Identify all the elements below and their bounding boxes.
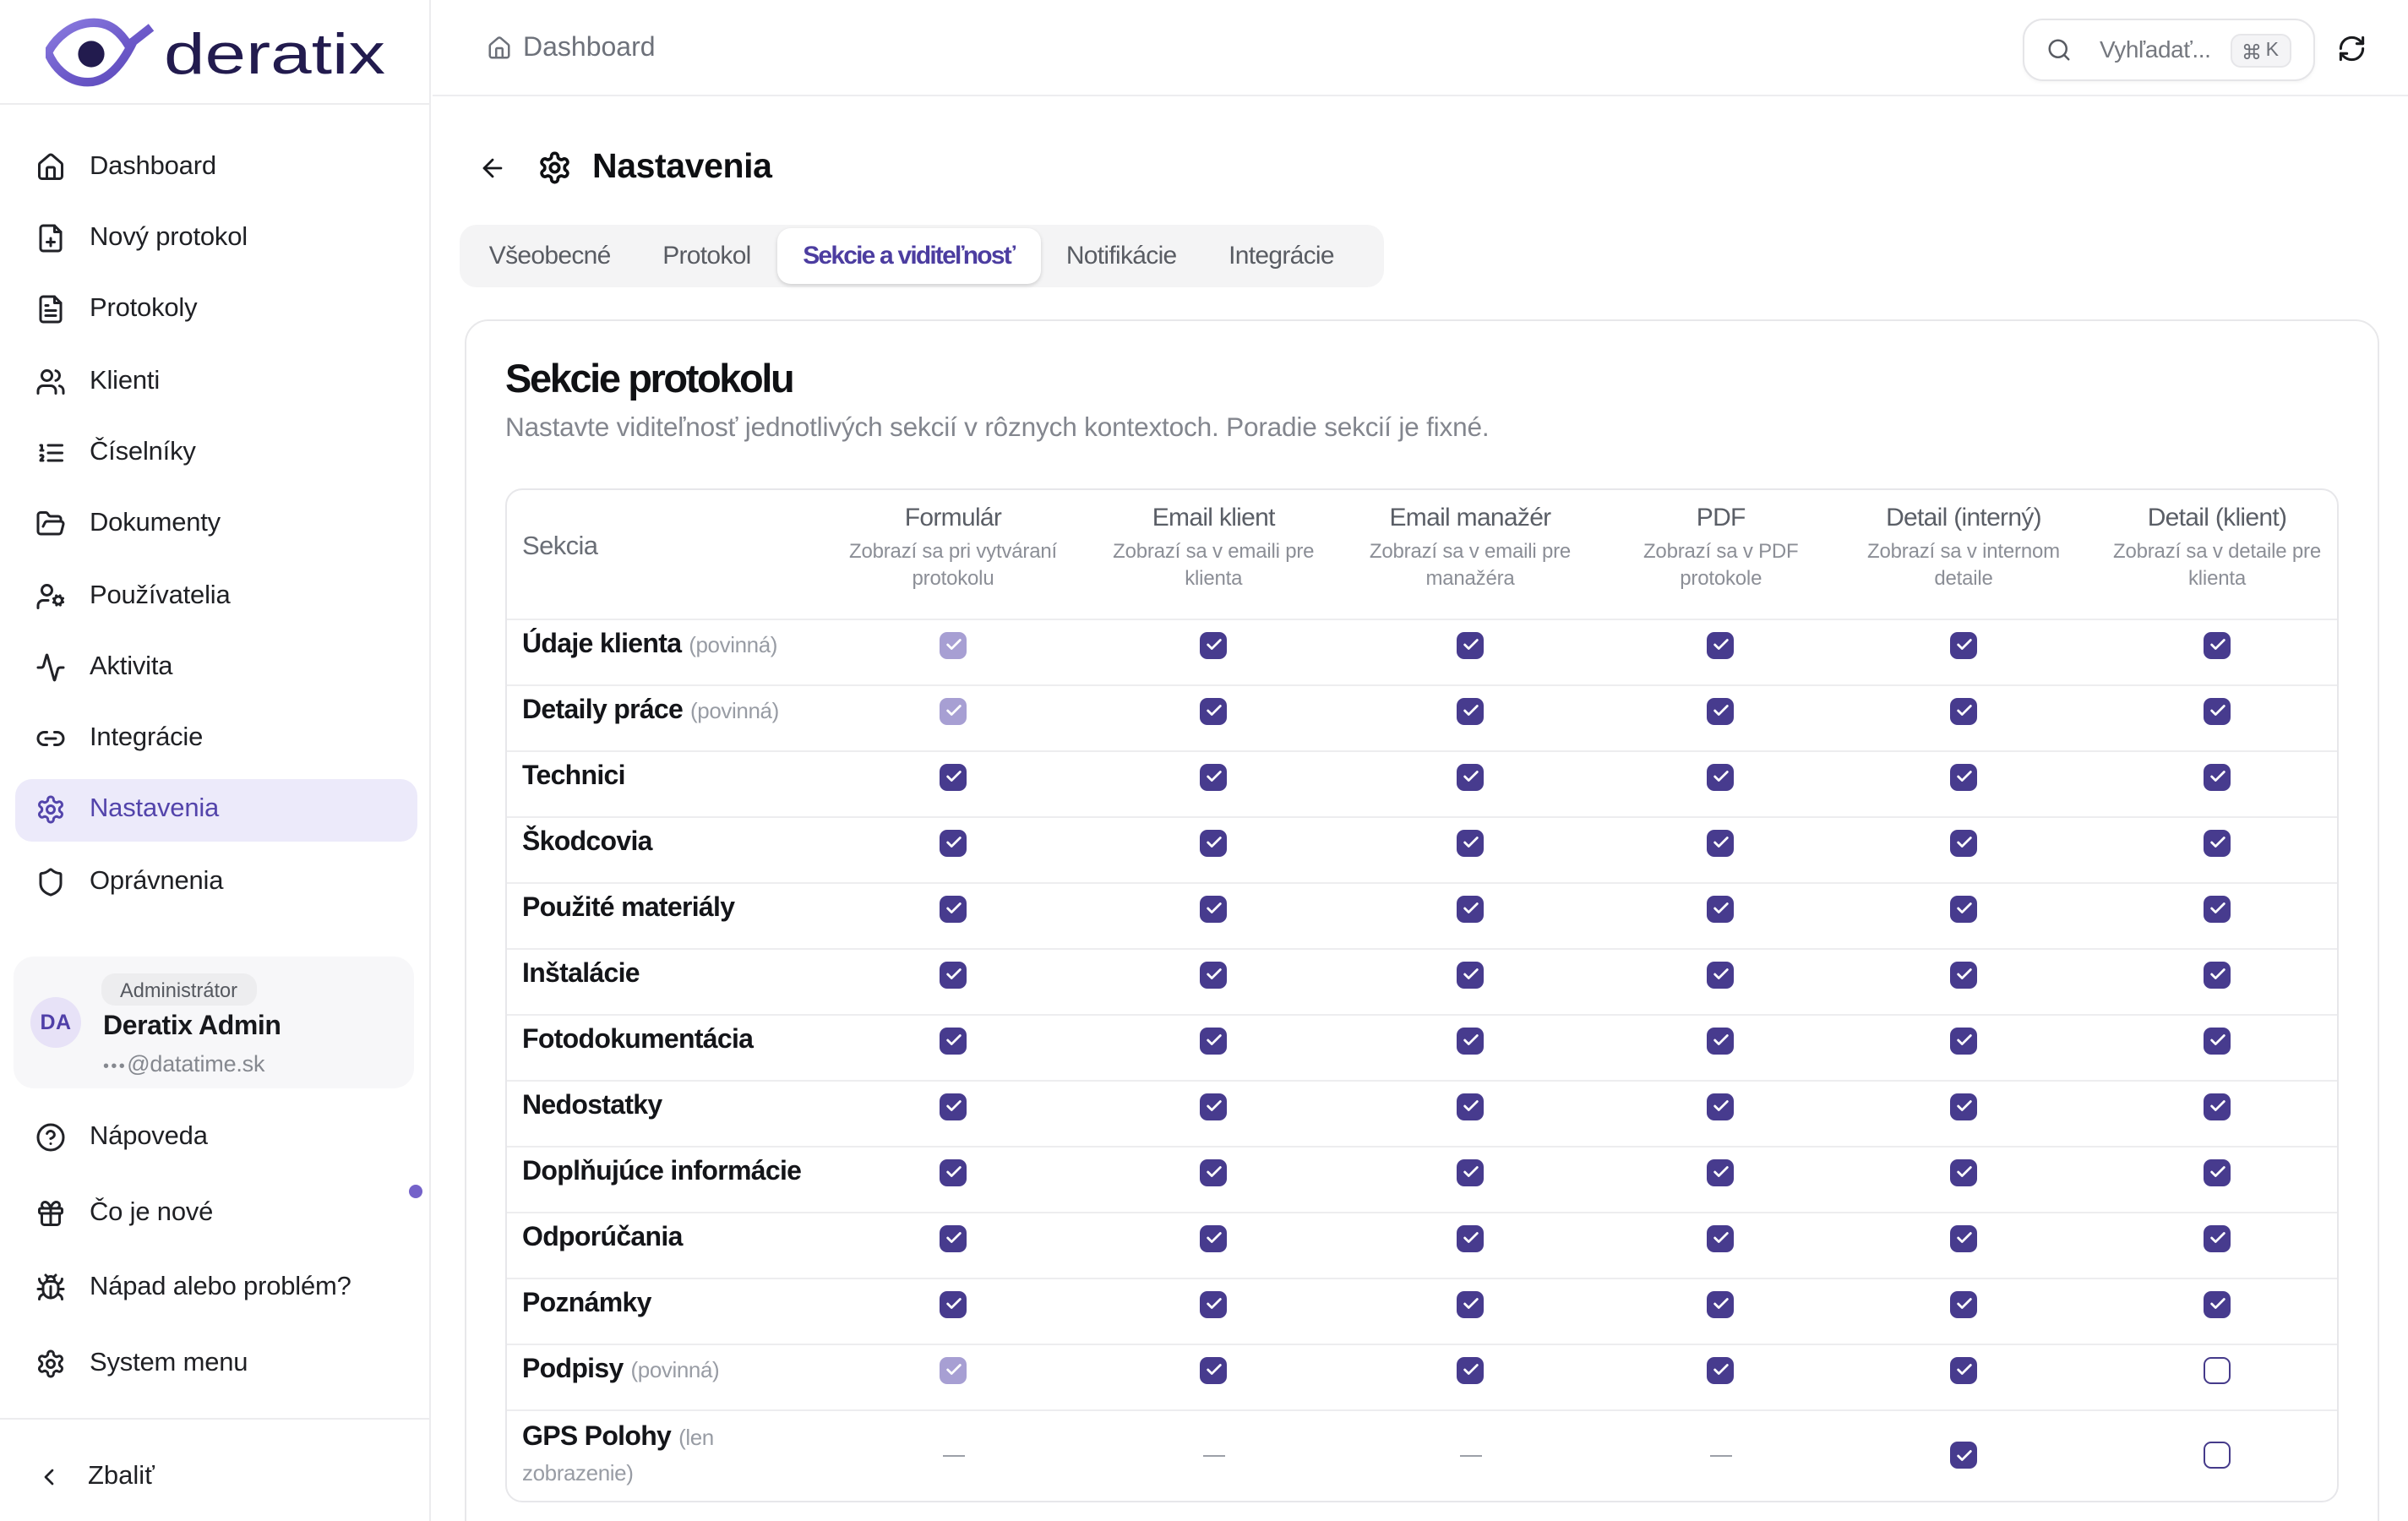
svg-text:deratix: deratix: [164, 22, 385, 86]
